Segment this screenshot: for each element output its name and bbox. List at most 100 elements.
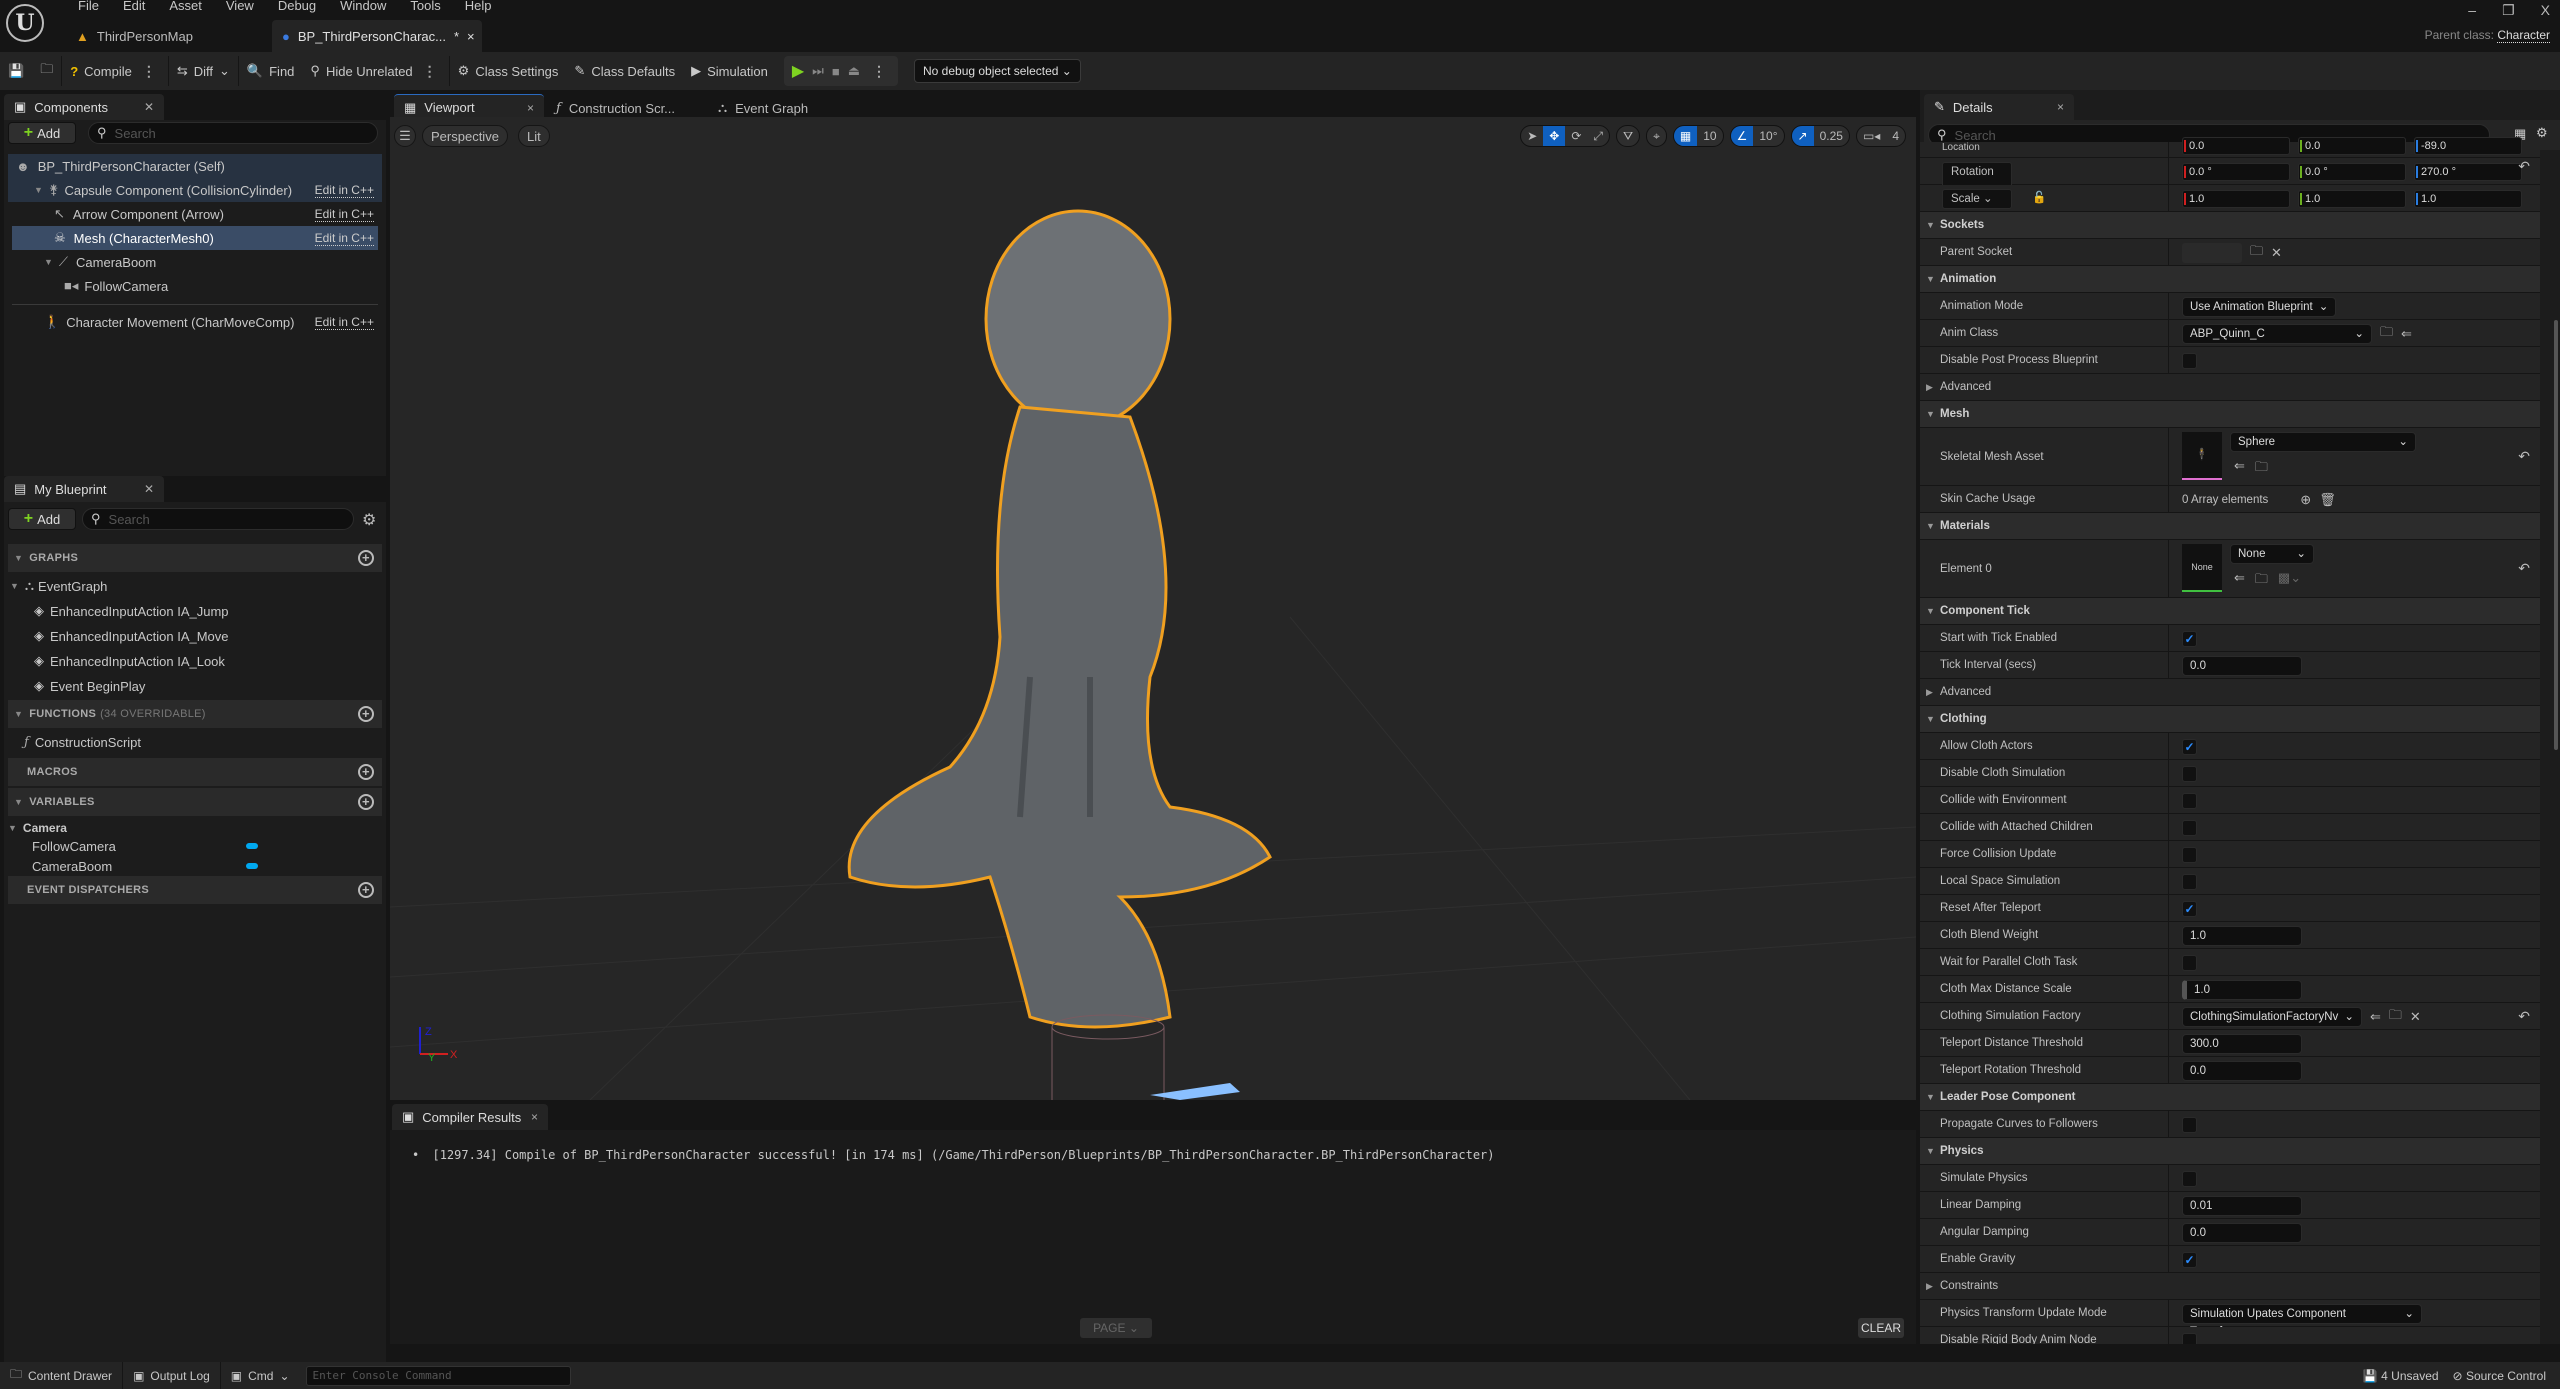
edit-in-cpp-link[interactable]: Edit in C++ <box>314 207 374 222</box>
scale-x-input[interactable]: 1.0 <box>2182 189 2290 208</box>
component-row-cameraboom[interactable]: ▼ ⟋ CameraBoom <box>12 250 378 274</box>
add-function-button[interactable]: + <box>358 706 374 722</box>
location-x-input[interactable]: 0.0 <box>2182 137 2290 155</box>
material-thumbnail[interactable]: None <box>2182 544 2222 592</box>
doc-tab-bp-thirdpersoncharacter[interactable]: ● BP_ThirdPersonCharac... * × <box>272 20 482 52</box>
minimize-button[interactable]: – <box>2468 2 2476 19</box>
save-button[interactable]: 💾 <box>0 52 32 90</box>
event-item[interactable]: ◈ EnhancedInputAction IA_Look <box>34 649 225 673</box>
compiler-message[interactable]: • [1297.34] Compile of BP_ThirdPersonCha… <box>412 1148 1495 1162</box>
start-with-tick-checkbox[interactable]: ✓ <box>2182 630 2197 647</box>
settings-gear-icon[interactable]: ⚙ <box>2536 125 2548 141</box>
scale-snap-value[interactable]: 0.25 <box>1814 126 1849 146</box>
edit-in-cpp-link[interactable]: Edit in C++ <box>314 315 374 330</box>
menu-window[interactable]: Window <box>328 0 398 14</box>
tick-interval-input[interactable]: 0.0 <box>2182 655 2302 676</box>
skeletal-mesh-dropdown[interactable]: Sphere ⌄ <box>2230 432 2416 452</box>
scale-mode-icon[interactable]: ⤢ <box>1587 126 1609 146</box>
browse-icon[interactable]: 🗀 <box>2255 458 2268 480</box>
enable-gravity-checkbox[interactable]: ✓ <box>2182 1251 2197 1268</box>
scale-y-input[interactable]: 1.0 <box>2298 189 2406 208</box>
browse-button[interactable]: 🗀 <box>32 52 61 90</box>
view-mode-button[interactable]: Lit <box>518 125 550 147</box>
diff-button[interactable]: ⇆ Diff ⌄ <box>169 52 238 90</box>
clothing-checkbox[interactable] <box>2182 819 2197 836</box>
animation-section[interactable]: ▼ Animation <box>1920 266 2540 293</box>
clothing-factory-dropdown[interactable]: ClothingSimulationFactoryNv ⌄ <box>2182 1006 2362 1027</box>
leader-pose-section[interactable]: ▼ Leader Pose Component <box>1920 1084 2540 1111</box>
camera-speed-button[interactable]: ▭◂ 4 <box>1855 125 1906 147</box>
use-selected-icon[interactable]: ⇐ <box>2370 1009 2381 1025</box>
restore-button[interactable]: ❐ <box>2502 2 2515 19</box>
rotation-x-input[interactable]: 0.0 ° <box>2182 162 2290 181</box>
close-tab-button[interactable]: × <box>2057 100 2064 114</box>
disable-rigid-body-checkbox[interactable] <box>2182 1332 2197 1344</box>
component-row-followcamera[interactable]: ■◂ FollowCamera <box>12 274 378 298</box>
scale-snap-group[interactable]: ↗ 0.25 <box>1790 125 1850 147</box>
component-row-capsule[interactable]: ▼ ⚵ Capsule Component (CollisionCylinder… <box>12 178 378 202</box>
disable-post-process-checkbox[interactable] <box>2182 352 2197 369</box>
clothing-checkbox[interactable]: ✓ <box>2182 900 2197 917</box>
components-search-input[interactable]: ⚲ Search <box>88 122 378 144</box>
menu-debug[interactable]: Debug <box>266 0 328 14</box>
close-icon[interactable]: ✕ <box>144 100 154 114</box>
event-dispatchers-section[interactable]: EVENT DISPATCHERS + <box>8 876 382 904</box>
use-selected-icon[interactable]: ⇐ <box>2234 570 2245 592</box>
components-tab[interactable]: ▣ Components ✕ <box>4 94 164 120</box>
angular-damping-input[interactable]: 0.0 <box>2182 1222 2302 1243</box>
mesh-thumbnail[interactable]: 🕴 <box>2182 432 2222 480</box>
component-row-charactermovement[interactable]: 🚶 Character Movement (CharMoveComp) Edit… <box>12 310 378 334</box>
component-row-arrow[interactable]: ↖ Arrow Component (Arrow) Edit in C++ <box>12 202 378 226</box>
teleport-rotation-input[interactable]: 0.0 <box>2182 1060 2302 1081</box>
viewport[interactable]: Z X Y ☰ Perspective Lit ➤ ✥ ⟳ ⤢ ⛛ ⌖ ▦ 10… <box>390 117 1916 1100</box>
location-z-input[interactable]: -89.0 <box>2414 137 2522 155</box>
location-y-input[interactable]: 0.0 <box>2298 137 2406 155</box>
reset-to-default-icon[interactable]: ↶ <box>2518 1008 2530 1025</box>
wait-parallel-cloth-checkbox[interactable] <box>2182 954 2197 971</box>
component-row-mesh[interactable]: ☠ Mesh (CharacterMesh0) Edit in C++ <box>12 226 378 250</box>
my-blueprint-search-input[interactable]: ⚲ Search <box>82 508 354 530</box>
settings-gear-icon[interactable]: ⚙ <box>362 510 376 530</box>
rotation-y-input[interactable]: 0.0 ° <box>2298 162 2406 181</box>
add-component-button[interactable]: + Add <box>8 122 76 144</box>
clothing-checkbox[interactable]: ✓ <box>2182 738 2197 755</box>
menu-asset[interactable]: Asset <box>157 0 214 14</box>
macros-section[interactable]: MACROS + <box>8 758 382 786</box>
hide-unrelated-options-icon[interactable]: ⋮ <box>419 63 441 80</box>
component-row-self[interactable]: ☻ BP_ThirdPersonCharacter (Self) <box>12 154 378 178</box>
menu-tools[interactable]: Tools <box>398 0 452 14</box>
grid-snap-value[interactable]: 10 <box>1697 126 1722 146</box>
event-item[interactable]: ◈ Event BeginPlay <box>34 674 145 698</box>
component-tick-section[interactable]: ▼ Component Tick <box>1920 598 2540 625</box>
teleport-distance-input[interactable]: 300.0 <box>2182 1033 2302 1054</box>
perspective-button[interactable]: Perspective <box>422 125 508 147</box>
variable-item[interactable]: CameraBoom <box>32 854 262 878</box>
event-graph-item[interactable]: ▼ ⛬ EventGraph <box>10 574 107 598</box>
function-item[interactable]: ƒ ConstructionScript <box>24 730 141 754</box>
use-selected-icon[interactable]: ⇐ <box>2401 326 2412 342</box>
my-blueprint-tab[interactable]: ▤ My Blueprint ✕ <box>4 476 164 502</box>
close-tab-button[interactable]: × <box>531 1110 538 1124</box>
viewport-options-button[interactable]: ☰ <box>394 125 416 147</box>
add-dispatcher-button[interactable]: + <box>358 882 374 898</box>
details-scrollbar[interactable] <box>2554 320 2558 750</box>
class-settings-button[interactable]: ⚙ Class Settings <box>450 52 567 90</box>
scale-z-input[interactable]: 1.0 <box>2414 189 2522 208</box>
cmd-dropdown[interactable]: ▣ Cmd ⌄ <box>221 1362 300 1389</box>
constraints-row[interactable]: ▶ Constraints <box>1920 1273 2540 1300</box>
add-member-button[interactable]: + Add <box>8 508 76 530</box>
location-dropdown[interactable]: Location <box>1942 134 1980 161</box>
event-item[interactable]: ◈ EnhancedInputAction IA_Move <box>34 624 229 648</box>
close-icon[interactable]: ✕ <box>144 482 154 496</box>
scale-dropdown[interactable]: Scale ⌄ <box>1942 189 2012 209</box>
doc-tab-thirdpersonmap[interactable]: ▲ ThirdPersonMap <box>66 20 203 52</box>
character-mesh[interactable] <box>847 209 1272 1029</box>
browse-icon[interactable]: 🗀 <box>2380 323 2393 345</box>
menu-file[interactable]: File <box>66 0 111 14</box>
parent-class-link[interactable]: Character <box>2497 28 2550 43</box>
linear-damping-input[interactable]: 0.01 <box>2182 1195 2302 1216</box>
clear-button[interactable]: CLEAR <box>1858 1318 1904 1338</box>
materials-section[interactable]: ▼ Materials <box>1920 513 2540 540</box>
page-dropdown[interactable]: PAGE ⌄ <box>1080 1318 1152 1338</box>
variables-section[interactable]: ▼ VARIABLES + <box>8 788 382 816</box>
